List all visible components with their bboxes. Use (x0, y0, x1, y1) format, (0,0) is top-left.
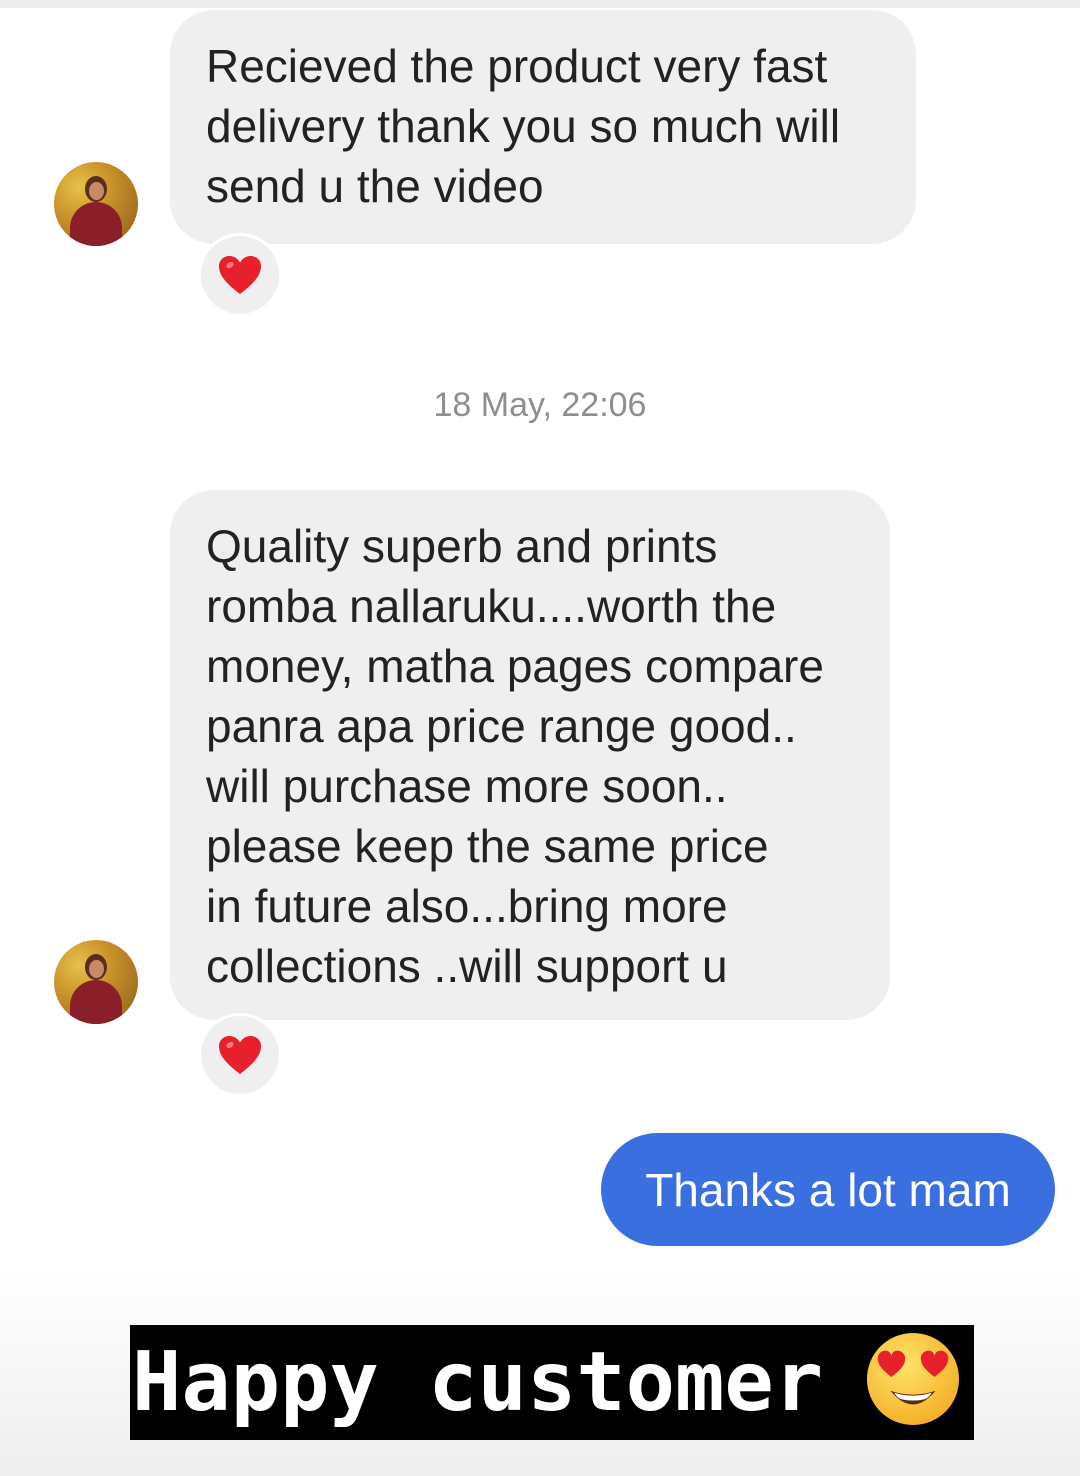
message-line: collections ..will support u (206, 940, 728, 992)
heart-icon (219, 1036, 261, 1074)
message-line: romba nallaruku....worth the (206, 580, 777, 632)
message-line: will purchase more soon.. (206, 760, 728, 812)
outgoing-message[interactable]: Thanks a lot mam (601, 1133, 1055, 1246)
heart-eyes-emoji-icon (866, 1332, 960, 1426)
heart-reaction[interactable] (198, 1013, 282, 1097)
message-line: in future also...bring more (206, 880, 728, 932)
message-line: money, matha pages compare (206, 640, 824, 692)
message-line: send u the video (206, 160, 544, 212)
message-line: Quality superb and prints (206, 520, 718, 572)
sender-avatar[interactable] (54, 162, 138, 246)
incoming-message-2[interactable]: Quality superb and prints romba nallaruk… (170, 490, 890, 1020)
top-edge-strip (0, 0, 1080, 8)
caption-text: Happy customer (132, 1335, 824, 1430)
message-line: panra apa price range good.. (206, 700, 797, 752)
incoming-message-1[interactable]: Recieved the product very fast delivery … (170, 10, 916, 244)
caption-banner: Happy customer (130, 1325, 974, 1440)
message-timestamp: 18 May, 22:06 (433, 386, 647, 424)
sender-avatar[interactable] (54, 940, 138, 1024)
message-line: Recieved the product very fast (206, 40, 828, 92)
heart-reaction[interactable] (198, 233, 282, 317)
message-line: delivery thank you so much will (206, 100, 841, 152)
message-line: please keep the same price (206, 820, 769, 872)
heart-icon (219, 256, 261, 294)
